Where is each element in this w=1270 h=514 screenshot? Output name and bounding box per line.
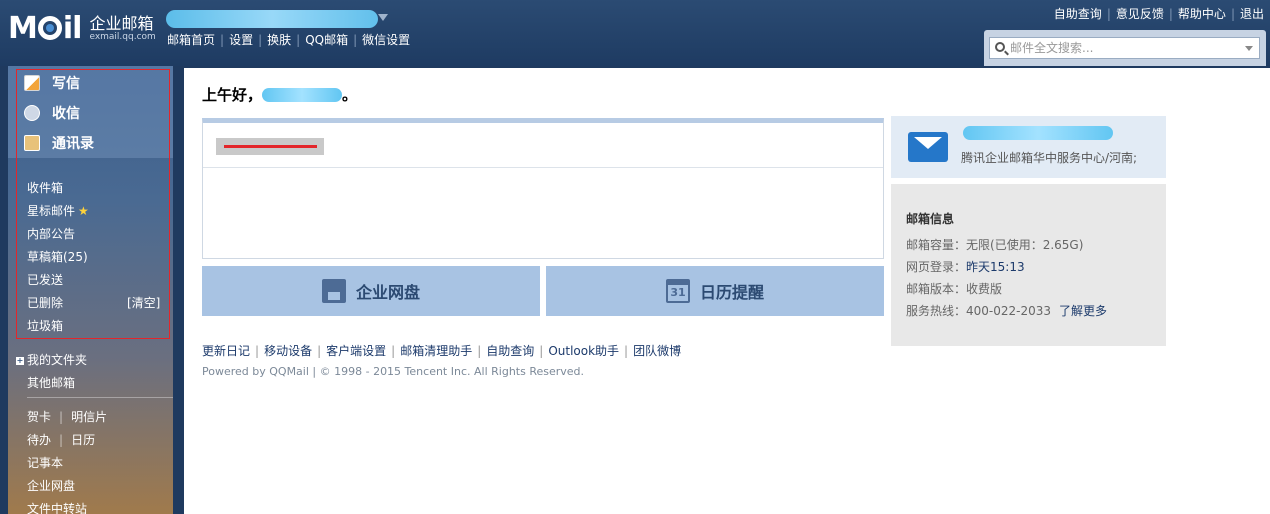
nav-home[interactable]: 邮箱首页: [167, 33, 215, 47]
tool-calendar[interactable]: 日历: [71, 433, 95, 447]
web-login-label: 网页登录：: [906, 260, 967, 274]
calendar-icon: 31: [665, 279, 690, 303]
notice-panel: [202, 118, 884, 259]
tool-postcard[interactable]: 明信片: [71, 410, 107, 424]
logo-url: exmail.qq.com: [89, 31, 156, 42]
link-help[interactable]: 帮助中心: [1178, 7, 1226, 21]
my-folders[interactable]: + 我的文件夹: [16, 351, 87, 368]
capacity-label: 邮箱容量：: [906, 238, 967, 252]
nav-skin[interactable]: 换肤: [267, 33, 291, 47]
username-redacted: [262, 88, 343, 102]
greeting-suffix: 。: [342, 86, 358, 104]
service-center-name: 腾讯企业邮箱华中服务中心/河南;: [961, 151, 1138, 165]
link-logout[interactable]: 退出: [1240, 7, 1264, 21]
version-label: 邮箱版本：: [906, 282, 967, 296]
main-content: 上午好， 。 企业网盘 31 日历提醒 更新日记 | 移动设备 | 客户端设置 | 邮箱清理助…: [184, 68, 1270, 514]
version-row: 邮箱版本：收费版: [906, 280, 1002, 297]
link-feedback[interactable]: 意见反馈: [1116, 7, 1164, 21]
account-caret-icon[interactable]: [378, 14, 388, 21]
company-name-redacted: [963, 126, 1113, 140]
greeting: 上午好， 。: [202, 84, 357, 105]
company-card: 腾讯企业邮箱华中服务中心/河南;: [891, 116, 1166, 178]
top-nav: 邮箱首页 | 设置 | 换肤 | QQ邮箱 | 微信设置: [167, 33, 411, 47]
top-links: 自助查询 | 意见反馈 | 帮助中心 | 退出: [1053, 7, 1264, 21]
version-value: 收费版: [966, 282, 1003, 296]
mailbox-info-card: 邮箱信息 邮箱容量：无限(已使用：2.65G) 网页登录：昨天15:13 邮箱版…: [891, 184, 1166, 346]
hotline-label: 服务热线：: [906, 304, 967, 318]
netdisk-button[interactable]: 企业网盘: [202, 266, 540, 316]
web-login-row: 网页登录：昨天15:13: [906, 258, 1025, 275]
learn-more-link[interactable]: 了解更多: [1059, 304, 1107, 318]
capacity-row: 邮箱容量：无限(已使用：2.65G): [906, 236, 1083, 253]
footer-link-cleanup[interactable]: 邮箱清理助手: [400, 344, 472, 358]
hotline-value: 400-022-2033: [966, 304, 1052, 318]
logo-mark: Mil: [8, 11, 82, 46]
search-panel: [984, 30, 1266, 66]
highlight-box: [16, 69, 170, 339]
hotline-row: 服务热线：400-022-2033 了解更多: [906, 302, 1107, 319]
web-login-value: 昨天15:13: [966, 260, 1025, 274]
footer-link-weibo[interactable]: 团队微博: [633, 344, 681, 358]
account-name-redacted[interactable]: [166, 10, 378, 28]
link-self-service[interactable]: 自助查询: [1054, 7, 1102, 21]
notice-tab-redacted[interactable]: [216, 138, 324, 155]
notice-panel-header: [203, 123, 883, 168]
calendar-reminder-button[interactable]: 31 日历提醒: [546, 266, 884, 316]
search-icon[interactable]: [995, 42, 1005, 52]
search-input[interactable]: [1010, 38, 1238, 58]
netdisk-label: 企业网盘: [355, 283, 420, 302]
tool-greeting-card[interactable]: 贺卡: [27, 410, 51, 424]
tool-todo[interactable]: 待办: [27, 433, 51, 447]
tool-file-transfer[interactable]: 文件中转站: [27, 500, 87, 514]
tools-row-2: 待办 | 日历: [27, 433, 96, 447]
search-box[interactable]: [989, 37, 1260, 59]
tool-netdisk[interactable]: 企业网盘: [27, 477, 75, 494]
mailbox-info-title: 邮箱信息: [906, 212, 955, 226]
logo[interactable]: Mil 企业邮箱 exmail.qq.com: [8, 11, 156, 47]
calendar-reminder-label: 日历提醒: [699, 283, 764, 302]
tool-notes[interactable]: 记事本: [27, 454, 63, 471]
nav-qqmail[interactable]: QQ邮箱: [305, 33, 348, 47]
greeting-text: 上午好，: [202, 86, 263, 104]
logo-cn: 企业邮箱: [89, 14, 154, 34]
sidebar-divider: [27, 397, 173, 398]
footer-link-changelog[interactable]: 更新日记: [202, 344, 250, 358]
tools-row-1: 贺卡 | 明信片: [27, 410, 108, 424]
footer-link-mobile[interactable]: 移动设备: [264, 344, 312, 358]
top-bar: Mil 企业邮箱 exmail.qq.com 邮箱首页 | 设置 | 换肤 | QQ邮箱 | 微…: [0, 0, 1270, 66]
my-folders-label: 我的文件夹: [27, 353, 88, 367]
copyright: Powered by QQMail | © 1998 - 2015 Tencen…: [202, 365, 585, 378]
disk-icon: [321, 279, 346, 303]
footer-links: 更新日记 | 移动设备 | 客户端设置 | 邮箱清理助手 | 自助查询 | Outlook助手 | 团队…: [202, 344, 682, 358]
nav-wechat-settings[interactable]: 微信设置: [362, 33, 410, 47]
other-mailbox[interactable]: 其他邮箱: [27, 374, 75, 391]
expand-plus-icon[interactable]: +: [16, 357, 24, 365]
footer-link-outlook[interactable]: Outlook助手: [548, 344, 619, 358]
nav-settings[interactable]: 设置: [229, 33, 253, 47]
exmail-brand-icon: [908, 132, 948, 162]
footer-link-client-settings[interactable]: 客户端设置: [326, 344, 386, 358]
capacity-value: 无限(已使用：2.65G): [966, 238, 1084, 252]
logo-text: 企业邮箱 exmail.qq.com: [89, 15, 155, 42]
footer-link-self-service[interactable]: 自助查询: [486, 344, 534, 358]
search-dropdown-icon[interactable]: [1245, 46, 1253, 51]
